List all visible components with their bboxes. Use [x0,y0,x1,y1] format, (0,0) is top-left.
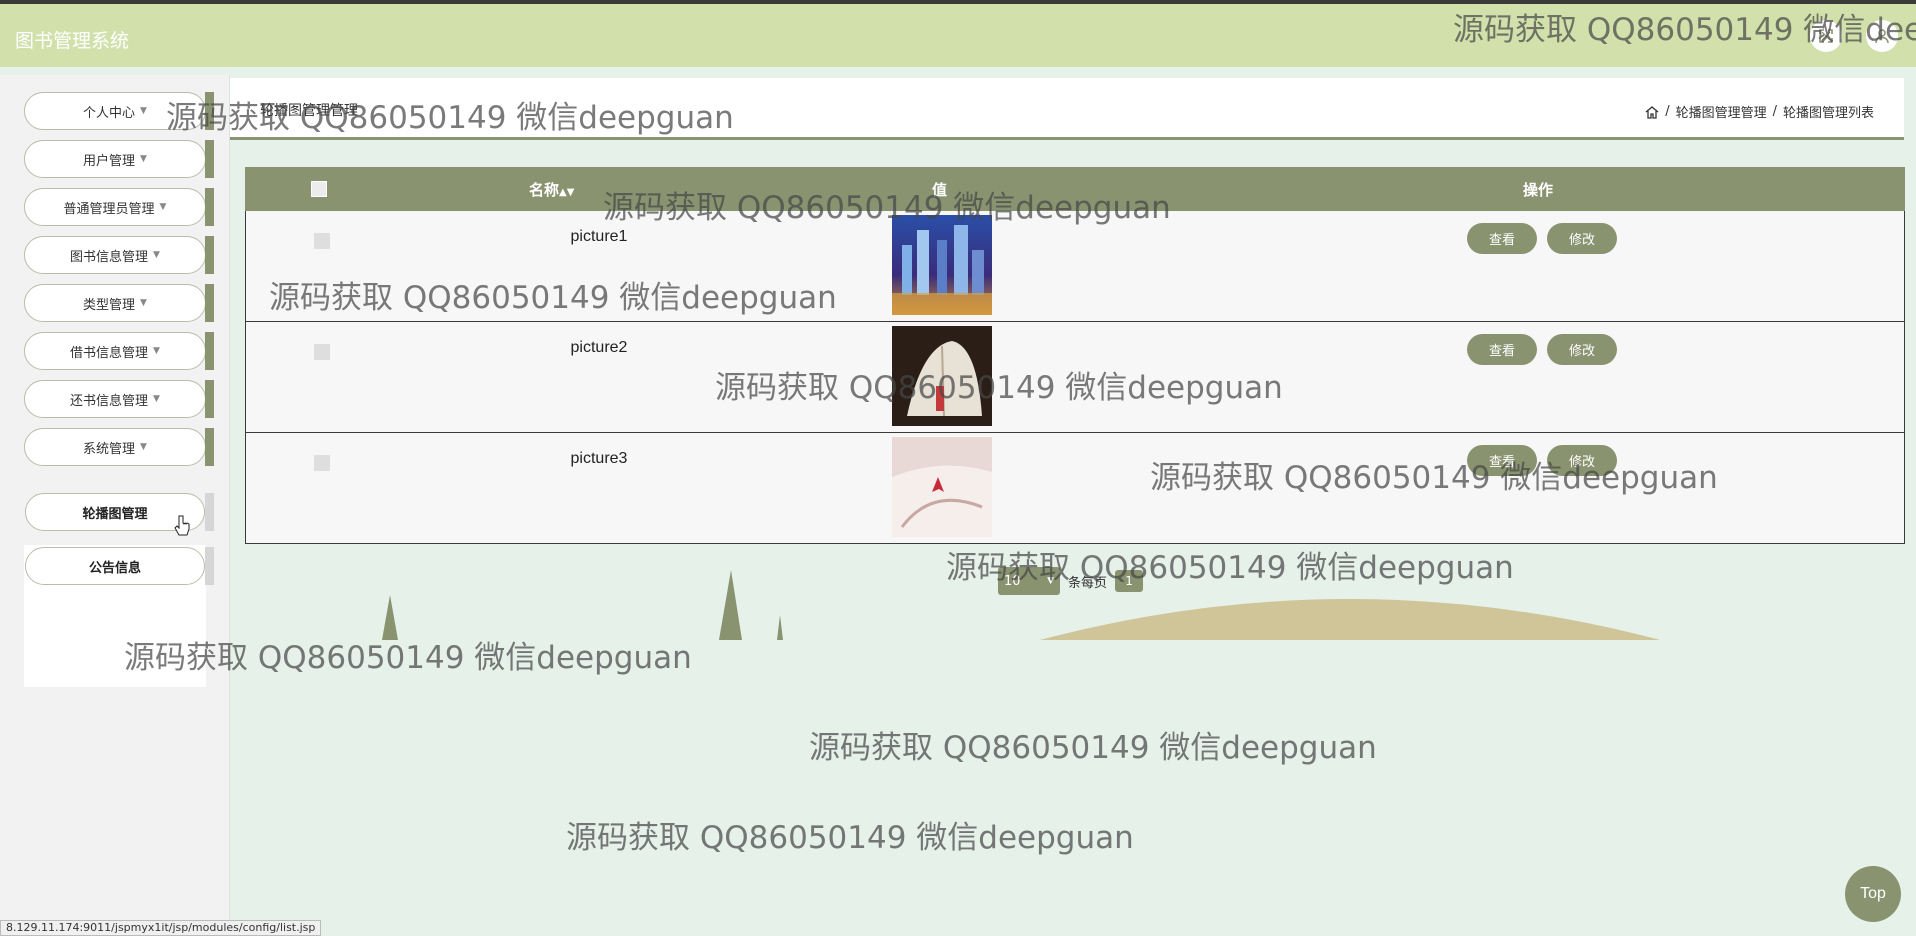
sidebar-item-marker [205,428,214,466]
user-icon[interactable] [1866,20,1898,52]
sidebar-item-label: 系统管理 [83,441,136,457]
view-button[interactable]: 查看 [1467,223,1537,254]
sidebar-item-admins[interactable]: 普通管理员管理 ▼ [24,188,206,226]
breadcrumb-separator: / [1772,104,1777,119]
per-page-label: 条每页 [1068,575,1108,591]
sidebar-item-label: 普通管理员管理 [63,201,155,217]
sidebar-subitem-marker [205,547,214,585]
view-button[interactable]: 查看 [1467,334,1537,365]
chevron-down-icon: ▼ [140,106,147,116]
watermark: 源码获取 QQ86050149 微信deepguan [809,730,1377,766]
sidebar-item-label: 类型管理 [83,297,136,313]
decorative-triangle [777,615,783,640]
sidebar-item-marker [205,284,214,322]
sidebar-item-books[interactable]: 图书信息管理 ▼ [24,236,206,274]
sidebar-item-marker [205,236,214,274]
chevron-down-icon: ▼ [153,250,160,260]
sidebar-item-return[interactable]: 还书信息管理 ▼ [24,380,206,418]
row-name: picture1 [570,228,628,245]
sidebar-item-marker [205,380,214,418]
sidebar-item-system[interactable]: 系统管理 ▼ [24,428,206,466]
sidebar-item-borrow[interactable]: 借书信息管理 ▼ [24,332,206,370]
sort-icon[interactable]: ▲▼ [559,187,574,198]
page-button[interactable]: 1 [1115,570,1144,592]
chevron-down-icon: ▼ [140,298,147,308]
page-size-value: 10 [1004,573,1021,589]
watermark: 源码获取 QQ86050149 微信deepguan [566,820,1134,856]
select-all-checkbox[interactable] [311,181,327,197]
carousel-image [892,215,992,315]
decorative-triangle [719,570,742,640]
chevron-down-icon: ▼ [1047,576,1054,586]
chevron-down-icon: ▼ [153,346,160,356]
sidebar-item-label: 图书信息管理 [70,249,149,265]
fullscreen-icon[interactable] [1810,20,1842,52]
sidebar-subitem-marker [205,493,214,531]
page-title-bar: 轮播图管理管理 / 轮播图管理管理 / 轮播图管理列表 [230,78,1904,140]
sidebar-item-label: 借书信息管理 [70,345,149,361]
table-header: 名称▲▼ 值 操作 [245,167,1905,211]
table-row: picture3 查看 修改 [245,433,1905,544]
sidebar-item-profile[interactable]: 个人中心 ▼ [24,92,206,130]
row-name: picture2 [570,339,628,356]
breadcrumb: / 轮播图管理管理 / 轮播图管理列表 [1645,102,1874,121]
sidebar-item-label: 还书信息管理 [70,393,149,409]
row-checkbox[interactable] [314,344,330,360]
app-title: 图书管理系统 [15,30,130,52]
breadcrumb-separator: / [1665,104,1670,119]
edit-button[interactable]: 修改 [1547,334,1617,365]
sidebar-subitem-notice[interactable]: 公告信息 [25,547,205,585]
sidebar-item-marker [205,332,214,370]
sidebar-item-marker [205,92,214,130]
edit-button[interactable]: 修改 [1547,445,1617,476]
column-header-actions: 操作 [1523,181,1554,199]
home-icon[interactable] [1645,105,1659,119]
chevron-down-icon: ▼ [153,394,160,404]
back-to-top-button[interactable]: Top [1845,866,1901,922]
sidebar-item-types[interactable]: 类型管理 ▼ [24,284,206,322]
carousel-image [892,437,992,537]
column-header-name[interactable]: 名称▲▼ [529,179,574,200]
row-checkbox[interactable] [314,233,330,249]
edit-button[interactable]: 修改 [1547,223,1617,254]
sidebar-item-label: 用户管理 [83,153,136,169]
column-header-value: 值 [932,181,948,199]
breadcrumb-item: 轮播图管理列表 [1782,106,1874,121]
page-title: 轮播图管理管理 [260,103,358,119]
table-row: picture1 查看 修改 [245,211,1905,322]
column-header-label: 名称 [529,181,560,199]
pagination: 10 ▼ 条每页 1 [998,567,1144,595]
chevron-down-icon: ▼ [140,442,147,452]
sidebar-subitem-label: 公告信息 [88,560,141,576]
sidebar-item-marker [205,140,214,178]
row-name: picture3 [570,450,628,467]
page-size-select[interactable]: 10 ▼ [998,567,1060,595]
carousel-image [892,326,992,426]
sidebar-item-label: 个人中心 [83,105,136,121]
chevron-down-icon: ▼ [159,202,167,212]
table-row: picture2 查看 修改 [245,322,1905,433]
status-bar-url: 8.129.11.174:9011/jspmyx1it/jsp/modules/… [0,920,322,936]
carousel-table: 名称▲▼ 值 操作 picture1 查看 修改 picture2 查看 修改 … [245,167,1905,544]
row-checkbox[interactable] [314,455,330,471]
sidebar-item-marker [205,188,214,226]
sidebar-item-users[interactable]: 用户管理 ▼ [24,140,206,178]
decorative-triangle [382,595,398,640]
decorative-hill [1040,599,1660,640]
app-header: 图书管理系统 [0,4,1916,67]
chevron-down-icon: ▼ [140,154,147,164]
sidebar-subitem-label: 轮播图管理 [82,506,148,522]
view-button[interactable]: 查看 [1467,445,1537,476]
mouse-cursor-icon [174,515,190,542]
breadcrumb-item[interactable]: 轮播图管理管理 [1676,102,1767,121]
